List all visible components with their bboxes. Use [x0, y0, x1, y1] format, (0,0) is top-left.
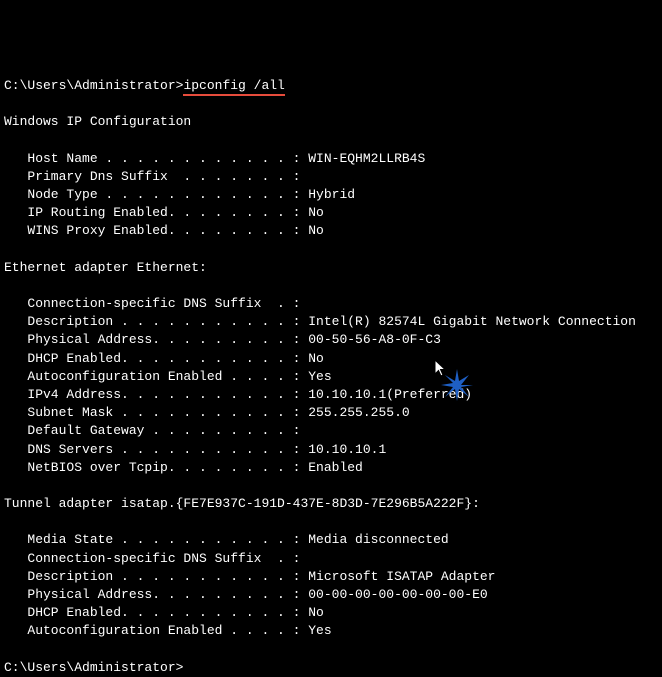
host-name-value: WIN-EQHM2LLRB4S: [308, 151, 425, 166]
wins-proxy-label: WINS Proxy Enabled. . . . . . . . :: [4, 223, 308, 238]
autoconfig-label-2: Autoconfiguration Enabled . . . . :: [4, 369, 308, 384]
gateway-label: Default Gateway . . . . . . . . . :: [4, 423, 300, 438]
dhcp-label-2: DHCP Enabled. . . . . . . . . . . :: [4, 351, 308, 366]
section-title-2: Ethernet adapter Ethernet:: [4, 260, 207, 275]
dhcp-value-3: No: [308, 605, 324, 620]
dhcp-label-3: DHCP Enabled. . . . . . . . . . . :: [4, 605, 308, 620]
mouse-cursor-icon: [419, 342, 449, 384]
dns-label: DNS Servers . . . . . . . . . . . :: [4, 442, 308, 457]
physical-label-2: Physical Address. . . . . . . . . :: [4, 332, 308, 347]
description-label-2: Description . . . . . . . . . . . :: [4, 314, 308, 329]
section-title-3: Tunnel adapter isatap.{FE7E937C-191D-437…: [4, 496, 480, 511]
node-type-label: Node Type . . . . . . . . . . . . :: [4, 187, 308, 202]
ipv4-label: IPv4 Address. . . . . . . . . . . :: [4, 387, 308, 402]
description-label-3: Description . . . . . . . . . . . :: [4, 569, 308, 584]
conn-suffix-label-3: Connection-specific DNS Suffix . :: [4, 551, 300, 566]
node-type-value: Hybrid: [308, 187, 355, 202]
host-name-label: Host Name . . . . . . . . . . . . :: [4, 151, 308, 166]
autoconfig-value-2: Yes: [308, 369, 331, 384]
ipv4-value: 10.10.10.1(Preferred): [308, 387, 472, 402]
description-value-2: Intel(R) 82574L Gigabit Network Connecti…: [308, 314, 636, 329]
dns-value: 10.10.10.1: [308, 442, 386, 457]
conn-suffix-label-2: Connection-specific DNS Suffix . :: [4, 296, 300, 311]
ip-routing-value: No: [308, 205, 324, 220]
physical-value-3: 00-00-00-00-00-00-00-E0: [308, 587, 487, 602]
ip-routing-label: IP Routing Enabled. . . . . . . . :: [4, 205, 308, 220]
subnet-label: Subnet Mask . . . . . . . . . . . :: [4, 405, 308, 420]
prompt-path-1: C:\Users\Administrator>: [4, 78, 183, 93]
description-value-3: Microsoft ISATAP Adapter: [308, 569, 495, 584]
section-title-1: Windows IP Configuration: [4, 114, 191, 129]
prompt-path-2[interactable]: C:\Users\Administrator>: [4, 660, 183, 675]
autoconfig-value-3: Yes: [308, 623, 331, 638]
subnet-value: 255.255.255.0: [308, 405, 409, 420]
dhcp-value-2: No: [308, 351, 324, 366]
wins-proxy-value: No: [308, 223, 324, 238]
netbios-value: Enabled: [308, 460, 363, 475]
primary-dns-label: Primary Dns Suffix . . . . . . . :: [4, 169, 300, 184]
entered-command: ipconfig /all: [183, 78, 284, 96]
physical-value-2: 00-50-56-A8-0F-C3: [308, 332, 441, 347]
physical-label-3: Physical Address. . . . . . . . . :: [4, 587, 308, 602]
netbios-label: NetBIOS over Tcpip. . . . . . . . :: [4, 460, 308, 475]
autoconfig-label-3: Autoconfiguration Enabled . . . . :: [4, 623, 308, 638]
